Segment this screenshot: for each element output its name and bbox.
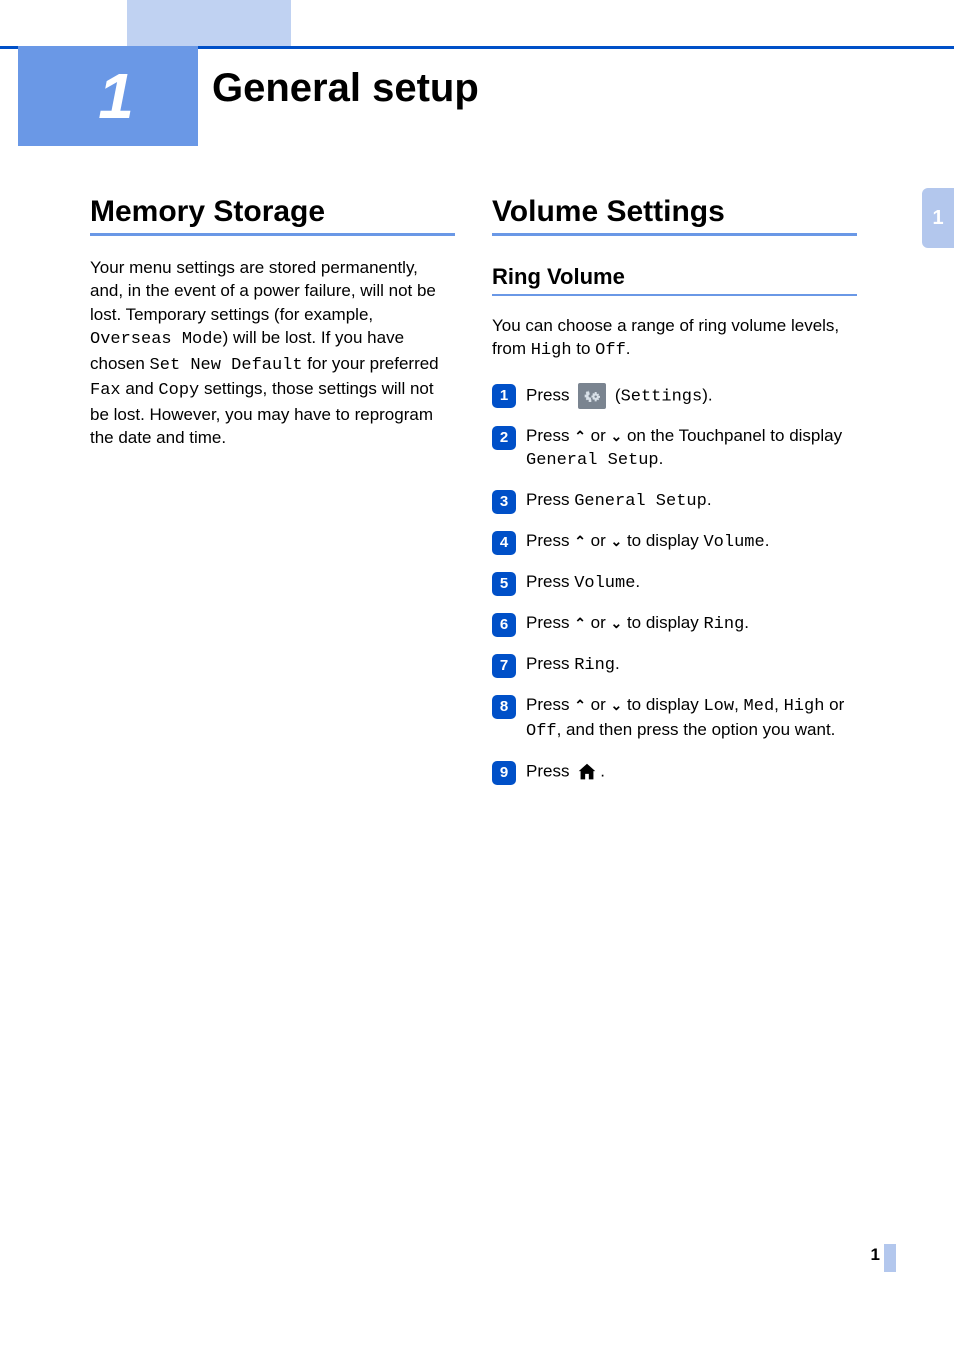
step-text: Press . [526,760,857,784]
ring-volume-heading: Ring Volume [492,264,857,290]
page-mark [884,1244,896,1272]
subsection-rule [492,294,857,296]
chevron-down-icon: ⌄ [610,533,622,549]
memory-storage-paragraph: Your menu settings are stored permanentl… [90,256,455,450]
chevron-up-icon: ⌃ [574,615,586,631]
mono-text: Fax [90,381,121,400]
mono-text: Set New Default [150,356,303,375]
mono-text: Low [703,697,734,716]
side-tab-label: 1 [932,207,943,230]
text: and [121,379,159,398]
mono-text: Off [595,341,626,360]
step-text: Press ⌃ or ⌄ to display Low, Med, High o… [526,694,857,744]
chapter-number-box: 1 [18,46,198,146]
step-badge: 9 [492,761,516,785]
mono-text: Volume [703,533,764,552]
chevron-down-icon: ⌄ [610,615,622,631]
memory-storage-heading: Memory Storage [90,195,455,229]
step-text: Press ⌃ or ⌄ to display Volume. [526,530,857,555]
step-1: 1 Press (Settings). [492,383,857,409]
step-badge: 5 [492,572,516,596]
text: for your preferred [303,354,439,373]
step-9: 9 Press . [492,760,857,785]
mono-text: Overseas Mode [90,330,223,349]
right-column: Volume Settings Ring Volume You can choo… [492,195,857,801]
mono-text: Med [744,697,775,716]
text: . [626,339,631,358]
chevron-up-icon: ⌃ [574,697,586,713]
left-column: Memory Storage Your menu settings are st… [90,195,455,470]
text: to [572,339,596,358]
step-3: 3 Press General Setup. [492,489,857,514]
section-rule [90,233,455,236]
ring-volume-steps: 1 Press (Settings). 2 Press ⌃ or ⌄ on th… [492,383,857,785]
step-7: 7 Press Ring. [492,653,857,678]
mono-text: Off [526,722,557,741]
step-4: 4 Press ⌃ or ⌄ to display Volume. [492,530,857,555]
chapter-title: General setup [212,66,479,111]
page-number: 1 [871,1245,880,1265]
step-badge: 1 [492,384,516,408]
text: Your menu settings are stored permanentl… [90,258,436,324]
step-6: 6 Press ⌃ or ⌄ to display Ring. [492,612,857,637]
step-8: 8 Press ⌃ or ⌄ to display Low, Med, High… [492,694,857,744]
settings-icon [578,383,606,409]
chevron-up-icon: ⌃ [574,533,586,549]
step-text: Press (Settings). [526,383,857,409]
section-rule [492,233,857,236]
step-text: Press ⌃ or ⌄ to display Ring. [526,612,857,637]
step-badge: 3 [492,490,516,514]
header-accent [127,0,291,46]
mono-text: High [531,341,572,360]
step-2: 2 Press ⌃ or ⌄ on the Touchpanel to disp… [492,425,857,473]
step-badge: 7 [492,654,516,678]
step-text: Press General Setup. [526,489,857,514]
mono-text: General Setup [526,451,659,470]
chevron-down-icon: ⌄ [610,428,622,444]
chevron-down-icon: ⌄ [610,697,622,713]
step-badge: 2 [492,426,516,450]
volume-settings-heading: Volume Settings [492,195,857,229]
step-text: Press ⌃ or ⌄ on the Touchpanel to displa… [526,425,857,473]
step-badge: 6 [492,613,516,637]
mono-text: High [784,697,825,716]
step-text: Press Volume. [526,571,857,596]
mono-text: Ring [703,615,744,634]
mono-text: Copy [158,381,199,400]
step-5: 5 Press Volume. [492,571,857,596]
chapter-number: 1 [98,59,134,133]
home-icon [574,760,600,784]
mono-text: Settings [621,387,703,406]
mono-text: Volume [574,574,635,593]
step-badge: 4 [492,531,516,555]
step-text: Press Ring. [526,653,857,678]
section-side-tab: 1 [922,188,954,248]
ring-volume-intro: You can choose a range of ring volume le… [492,314,857,363]
mono-text: General Setup [574,492,707,511]
chevron-up-icon: ⌃ [574,428,586,444]
mono-text: Ring [574,656,615,675]
step-badge: 8 [492,695,516,719]
